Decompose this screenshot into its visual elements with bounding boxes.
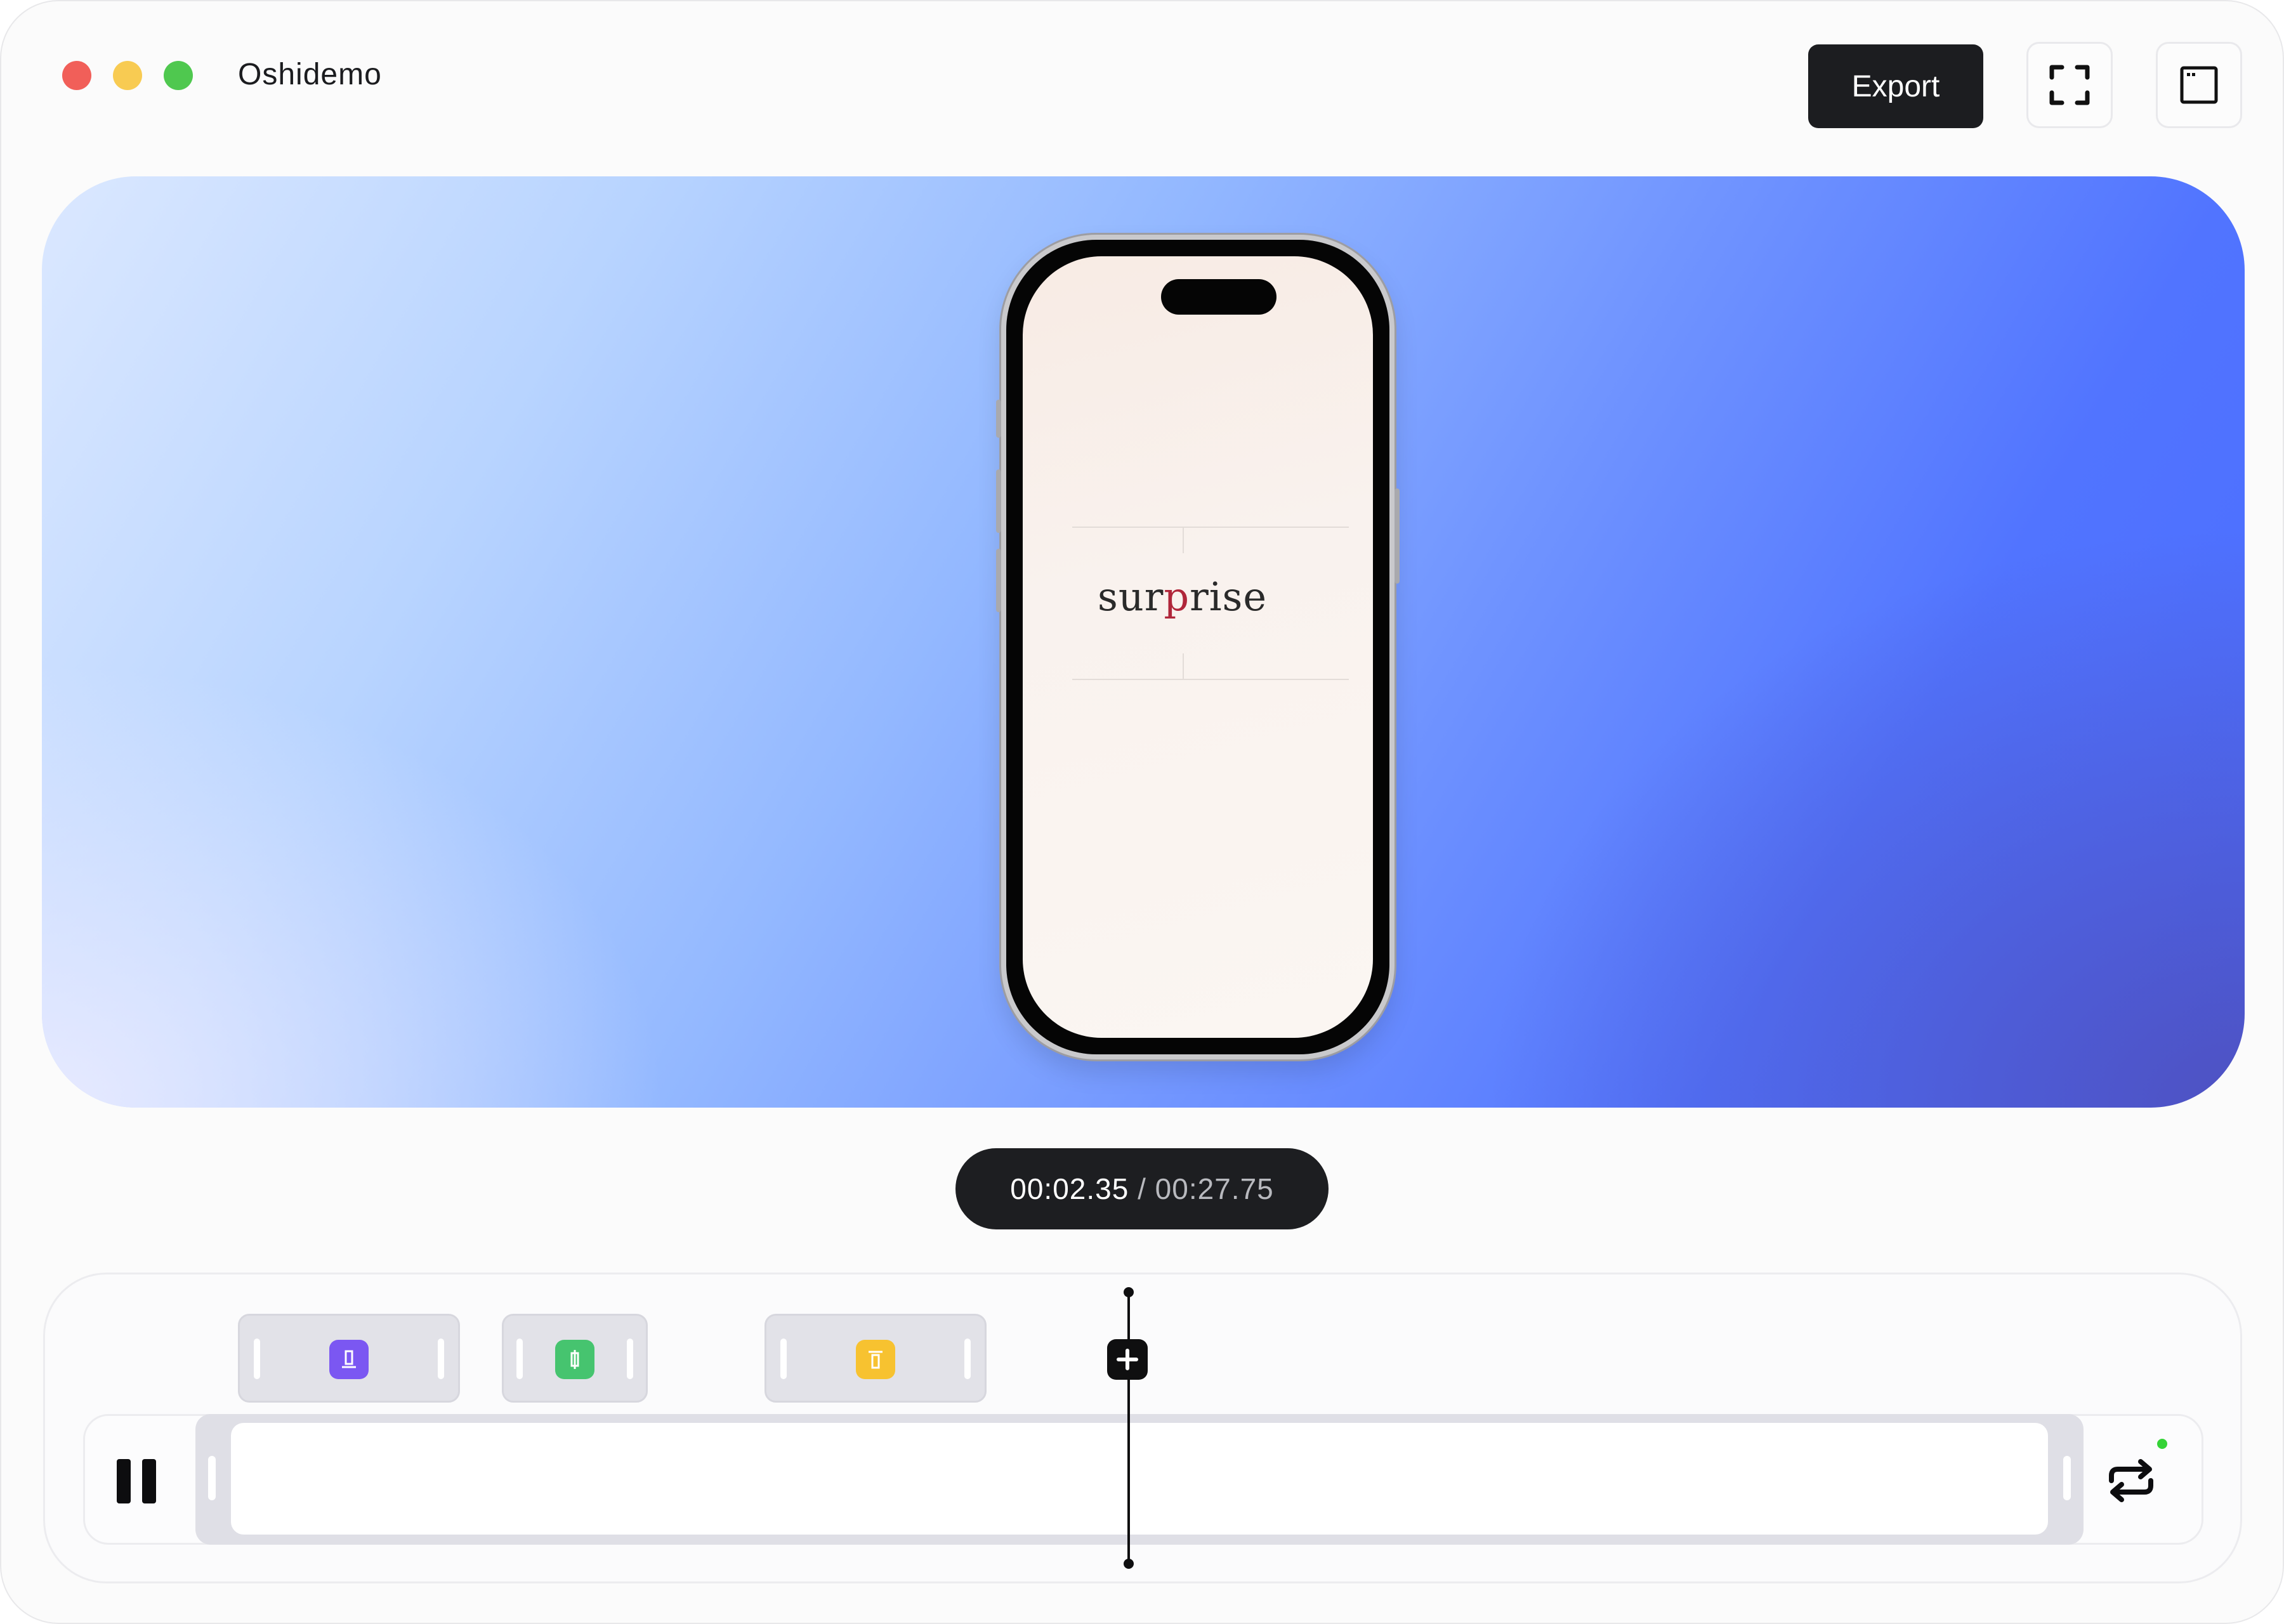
text-top-icon <box>856 1340 895 1379</box>
add-clip-button[interactable] <box>1107 1339 1148 1380</box>
timeline-range[interactable] <box>195 1414 2084 1545</box>
fullscreen-icon <box>2049 65 2090 105</box>
timeline-range-body[interactable] <box>231 1423 2048 1535</box>
fullscreen-button[interactable] <box>2026 42 2113 128</box>
phone-volume-down <box>996 549 1001 612</box>
timeline-track <box>83 1414 2203 1545</box>
text-center-icon <box>555 1340 594 1379</box>
phone-screen: surprise <box>1023 256 1373 1038</box>
guide-line-bottom <box>1072 679 1349 680</box>
guide-line-top <box>1072 527 1349 528</box>
app-window: Oshidemo Export surprise 00:02.35 / 00:2… <box>0 0 2284 1624</box>
clip-trim-handle-right[interactable] <box>627 1339 633 1379</box>
minimize-window-button[interactable] <box>113 61 142 90</box>
dynamic-island <box>1161 279 1277 315</box>
pause-icon-bar <box>142 1459 156 1503</box>
current-time: 00:02.35 <box>1010 1172 1129 1205</box>
total-time: 00:27.75 <box>1155 1172 1274 1205</box>
time-display: 00:02.35 / 00:27.75 <box>955 1148 1329 1229</box>
timeline-clip[interactable] <box>238 1314 460 1403</box>
guide-tick-bottom <box>1183 653 1184 679</box>
phone-mockup: surprise <box>996 235 1400 1059</box>
clip-trim-handle-right[interactable] <box>438 1339 444 1379</box>
clip-trim-handle-left[interactable] <box>780 1339 787 1379</box>
timeline-clip[interactable] <box>765 1314 987 1403</box>
phone-bezel: surprise <box>1006 240 1389 1054</box>
zoom-window-button[interactable] <box>164 61 193 90</box>
plus-icon <box>1117 1349 1138 1370</box>
clip-trim-handle-left[interactable] <box>516 1339 523 1379</box>
loop-button[interactable] <box>2103 1458 2160 1503</box>
window-icon <box>2180 66 2218 104</box>
time-separator: / <box>1138 1172 1146 1205</box>
guide-tick-top <box>1183 528 1184 553</box>
clip-trim-handle-left[interactable] <box>254 1339 260 1379</box>
phone-volume-up <box>996 469 1001 533</box>
word-part-after: rise <box>1190 573 1268 620</box>
phone-power-button <box>1395 488 1400 584</box>
text-bottom-icon <box>329 1340 369 1379</box>
playhead-top-knob <box>1124 1287 1134 1297</box>
playhead-bottom-knob <box>1124 1559 1134 1569</box>
app-title: Oshidemo <box>238 58 382 91</box>
phone-action-button <box>996 400 1001 438</box>
timeline-panel <box>43 1273 2242 1583</box>
word-part-before: sur <box>1098 573 1164 620</box>
loop-icon <box>2109 1459 2153 1502</box>
pause-icon-bar <box>117 1459 131 1503</box>
close-window-button[interactable] <box>62 61 91 90</box>
preview-canvas: surprise <box>42 176 2245 1108</box>
animated-word: surprise <box>1098 573 1267 620</box>
export-button[interactable]: Export <box>1808 44 1983 128</box>
range-handle-left[interactable] <box>208 1456 216 1500</box>
pause-button[interactable] <box>117 1459 157 1503</box>
window-layout-button[interactable] <box>2156 42 2242 128</box>
loop-status-indicator <box>2157 1439 2167 1449</box>
clip-trim-handle-right[interactable] <box>964 1339 971 1379</box>
timeline-clip[interactable] <box>502 1314 648 1403</box>
playhead[interactable] <box>1124 1287 1134 1569</box>
word-highlight: p <box>1164 573 1190 620</box>
range-handle-right[interactable] <box>2063 1456 2071 1500</box>
